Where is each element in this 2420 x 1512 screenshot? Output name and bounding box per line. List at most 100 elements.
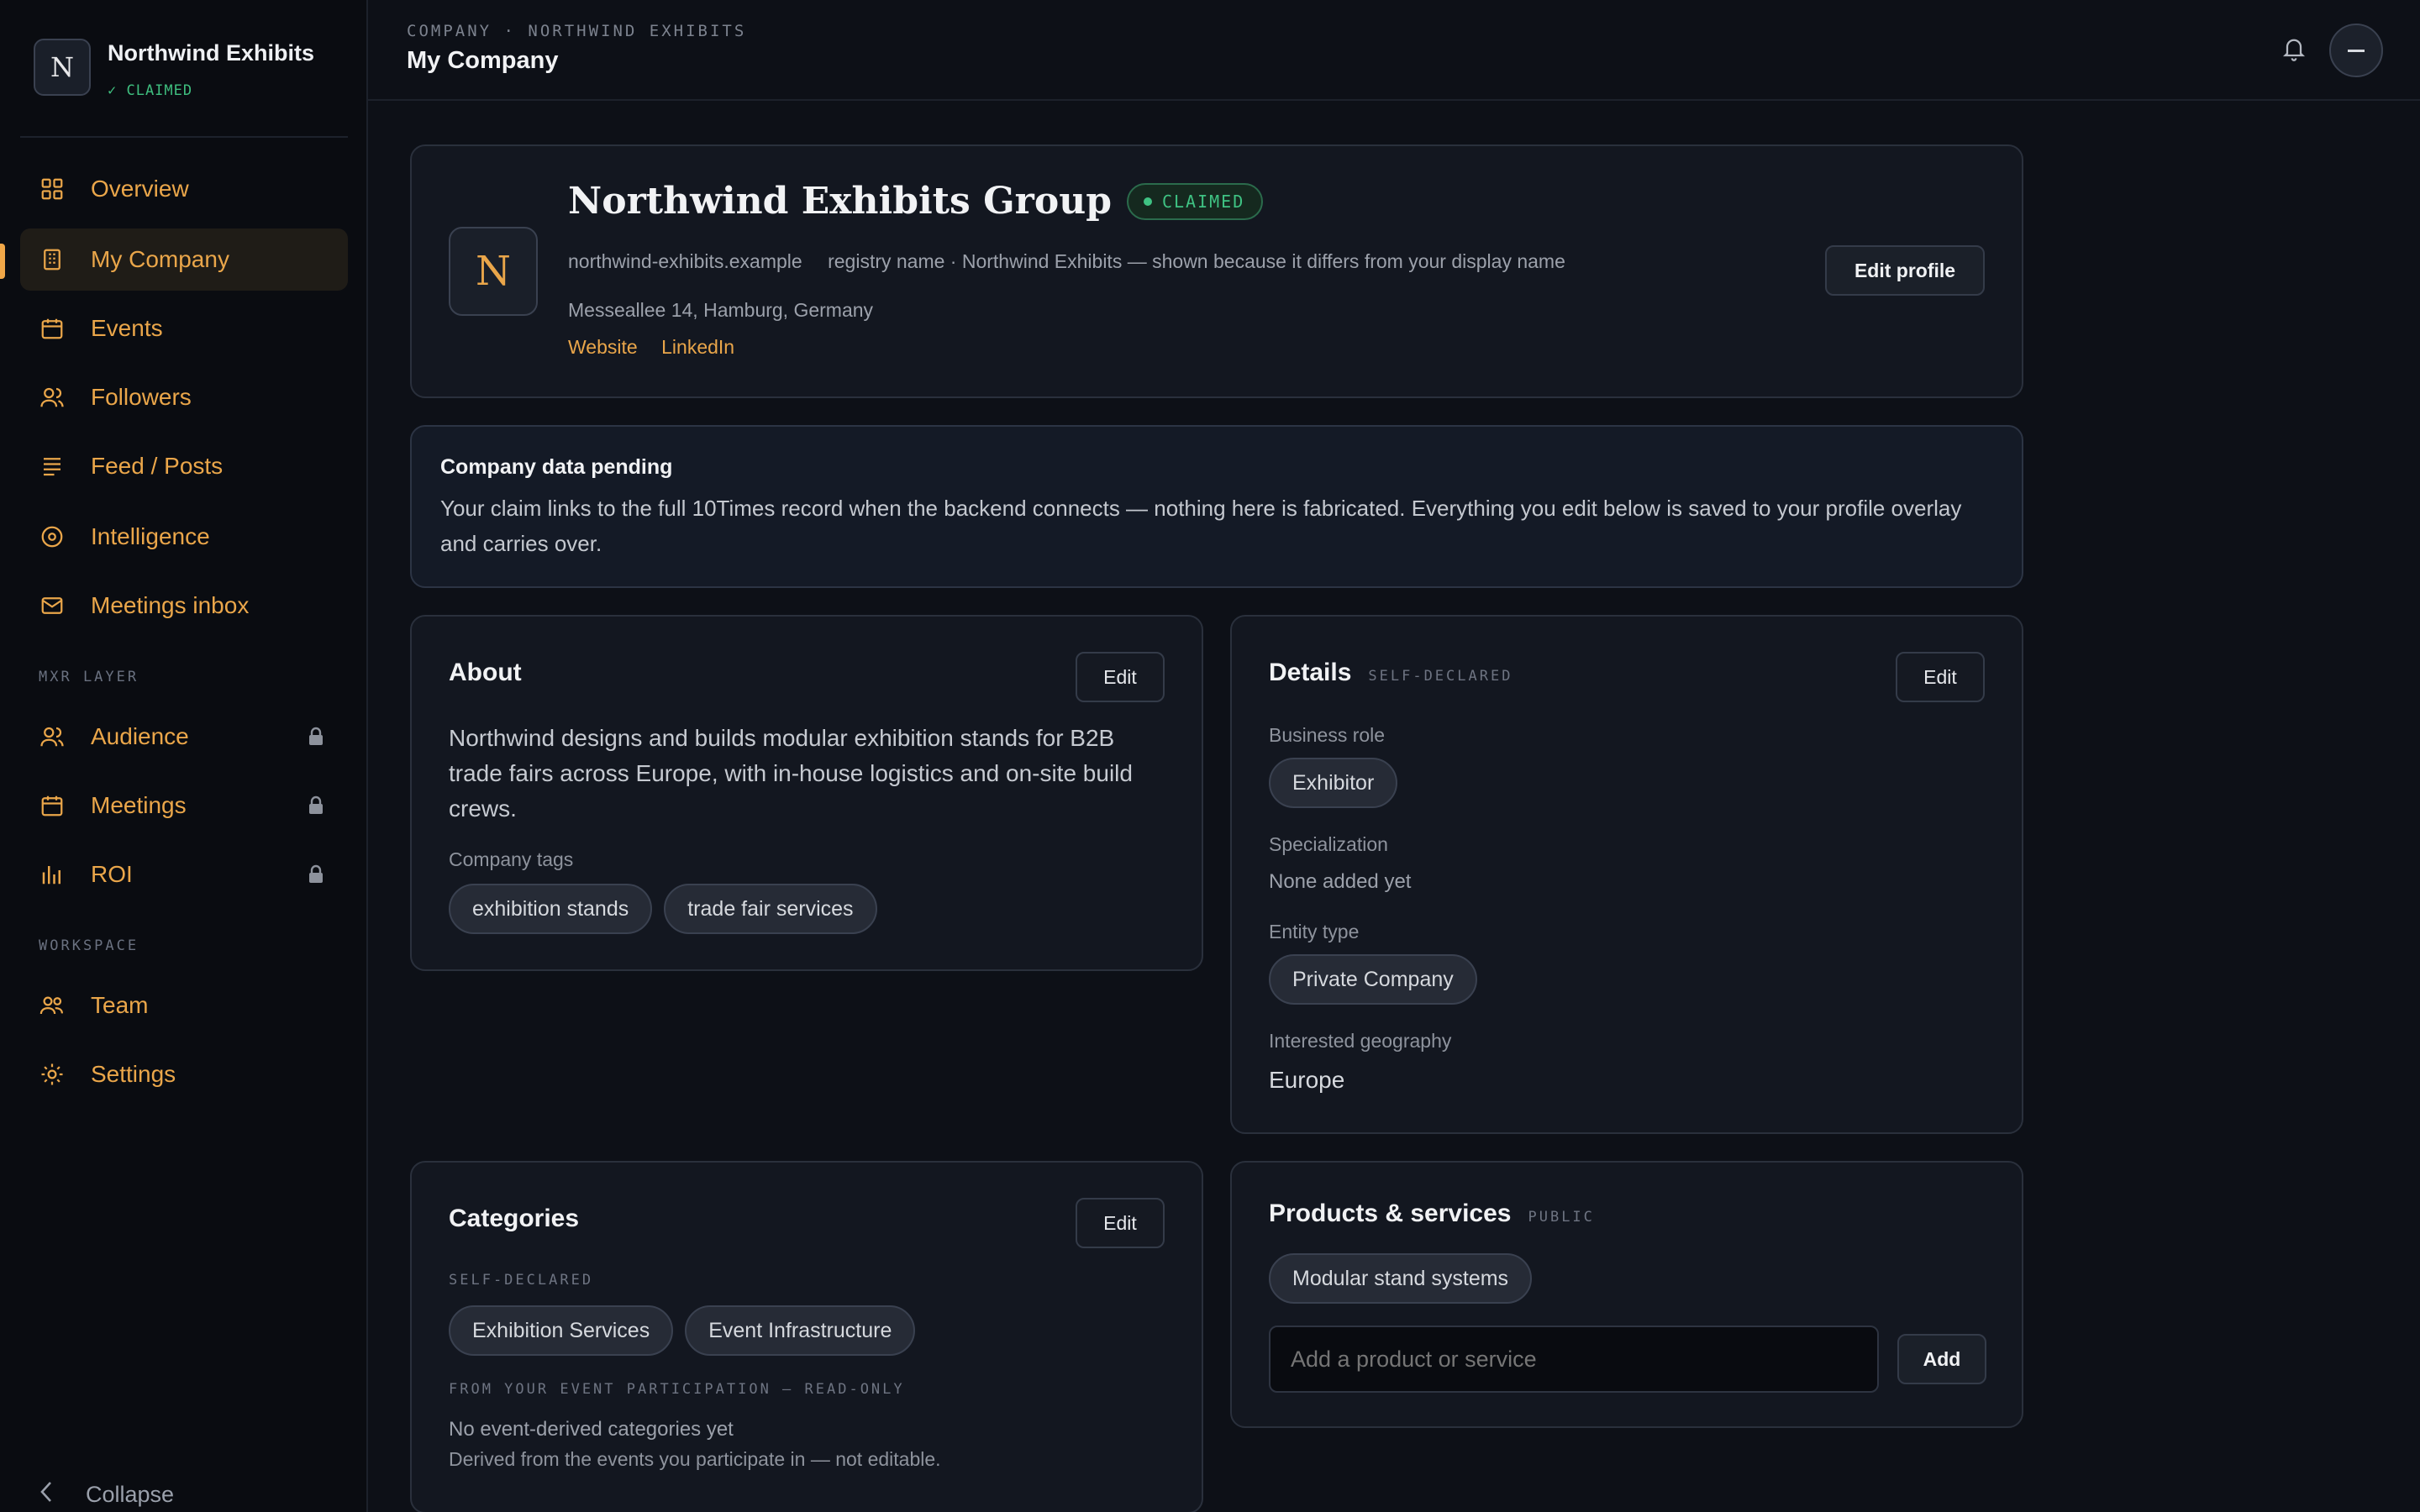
nav-item-meetings[interactable]: Meetings [20,774,348,837]
nav-item-overview[interactable]: Overview [20,158,348,220]
profile-card: N Northwind Exhibits Group CLAIMED north… [410,144,2023,398]
nav-item-events[interactable]: Events [20,297,348,360]
specialization-value: None added yet [1269,870,1412,893]
nav-label: Feed / Posts [91,453,224,479]
specialization-label: Specialization [1269,833,1388,855]
details-tag: SELF-DECLARED [1368,668,1513,685]
entity-type-chip: Private Company [1269,954,1477,1005]
about-text: Northwind designs and builds modular exh… [449,725,1133,822]
company-logo: N [449,227,538,316]
categories-edit-button[interactable]: Edit [1076,1198,1165,1248]
user-menu-button[interactable] [2329,24,2383,77]
about-title: About [449,659,522,686]
mail-icon [39,592,66,619]
company-domain: northwind-exhibits.example [568,250,802,272]
products-card: Products & services PUBLIC Modular stand… [1230,1161,2023,1428]
sidebar: N Northwind Exhibits ✓ CLAIMED Overview … [0,0,368,1512]
calendar-icon [39,315,66,342]
collapse-label: Collapse [86,1482,175,1507]
nav-label: Team [91,992,149,1018]
lock-icon [308,726,324,753]
breadcrumb: COMPANY · NORTHWIND EXHIBITS [407,22,747,40]
nav-label: Events [91,315,163,341]
nav-item-settings[interactable]: Settings [20,1043,348,1105]
nav-section-heading: WORKSPACE [39,937,139,954]
about-edit-button[interactable]: Edit [1076,652,1165,702]
nav-label: Overview [91,176,189,202]
company-tag: trade fair services [664,884,877,934]
website-link[interactable]: Website [568,336,638,358]
nav-label: Intelligence [91,523,210,549]
categories-card: Categories Edit SELF-DECLARED Exhibition… [410,1161,1203,1512]
product-input[interactable] [1269,1326,1879,1393]
tags-label: Company tags [449,848,574,870]
company-name: Northwind Exhibits Group [568,180,1112,223]
notice-title: Company data pending [440,455,673,479]
nav-label: Meetings inbox [91,592,250,618]
add-product-button[interactable]: Add [1897,1334,1986,1384]
nav-label: Meetings [91,792,187,818]
details-edit-button[interactable]: Edit [1896,652,1985,702]
categories-title: Categories [449,1205,580,1232]
details-card: Details SELF-DECLARED Edit Business role… [1230,615,2023,1134]
nav-item-roi[interactable]: ROI [20,843,348,906]
bell-icon[interactable] [2282,35,2306,66]
nav-section-heading: MXR LAYER [39,669,139,685]
brand[interactable]: N Northwind Exhibits ✓ CLAIMED [34,39,314,99]
top-bar: COMPANY · NORTHWIND EXHIBITS My Company [368,0,2420,101]
category-chip: Event Infrastructure [685,1305,916,1356]
nav-label: ROI [91,861,133,887]
page-title: My Company [407,47,559,74]
linkedin-link[interactable]: LinkedIn [661,336,734,358]
geography-label: Interested geography [1269,1030,1452,1052]
details-title: Details [1269,659,1352,686]
nav-item-audience[interactable]: Audience [20,706,348,768]
brand-status: ✓ CLAIMED [108,82,193,99]
active-indicator [0,244,5,279]
geography-value: Europe [1269,1067,1345,1093]
feed-icon [39,453,66,480]
business-role-chip: Exhibitor [1269,758,1398,808]
divider [20,136,348,138]
bar-chart-icon [39,861,66,888]
registry-note: registry name · Northwind Exhibits — sho… [828,250,1565,272]
users-icon [39,384,66,411]
team-icon [39,992,66,1019]
nav-item-feed[interactable]: Feed / Posts [20,435,348,497]
nav-item-team[interactable]: Team [20,974,348,1037]
brand-logo: N [34,39,91,96]
event-categories-empty: No event-derived categories yet [449,1418,734,1441]
nav-item-meetings-inbox[interactable]: Meetings inbox [20,575,348,637]
chevron-left-icon [39,1480,54,1509]
notice-body: Your claim links to the full 10Times rec… [440,496,1962,556]
about-card: About Edit Northwind designs and builds … [410,615,1203,971]
event-categories-note: Derived from the events you participate … [449,1448,941,1470]
calendar-icon [39,792,66,819]
nav-label: Audience [91,723,189,749]
gear-icon [39,1061,66,1088]
status-dot-icon [1143,197,1152,206]
business-role-label: Business role [1269,724,1386,746]
edit-profile-button[interactable]: Edit profile [1825,245,1985,296]
lock-icon [308,795,324,822]
entity-type-label: Entity type [1269,921,1360,942]
nav-item-my-company[interactable]: My Company [20,228,348,291]
self-declared-label: SELF-DECLARED [449,1272,594,1289]
nav-item-followers[interactable]: Followers [20,366,348,428]
users-icon [39,723,66,750]
target-icon [39,523,66,550]
event-categories-label: FROM YOUR EVENT PARTICIPATION — READ-ONL… [449,1381,905,1398]
category-chip: Exhibition Services [449,1305,674,1356]
claimed-label: CLAIMED [1161,191,1245,212]
nav-item-intelligence[interactable]: Intelligence [20,506,348,568]
company-address: Messeallee 14, Hamburg, Germany [568,299,874,321]
company-tag: exhibition stands [449,884,653,934]
pending-notice: Company data pending Your claim links to… [410,425,2023,588]
lock-icon [308,864,324,890]
collapse-button[interactable]: Collapse [39,1480,174,1509]
product-chip: Modular stand systems [1269,1253,1533,1304]
nav-label: Settings [91,1061,176,1087]
nav-label: Followers [91,384,192,410]
building-icon [39,246,66,273]
brand-name: Northwind Exhibits [108,40,314,66]
